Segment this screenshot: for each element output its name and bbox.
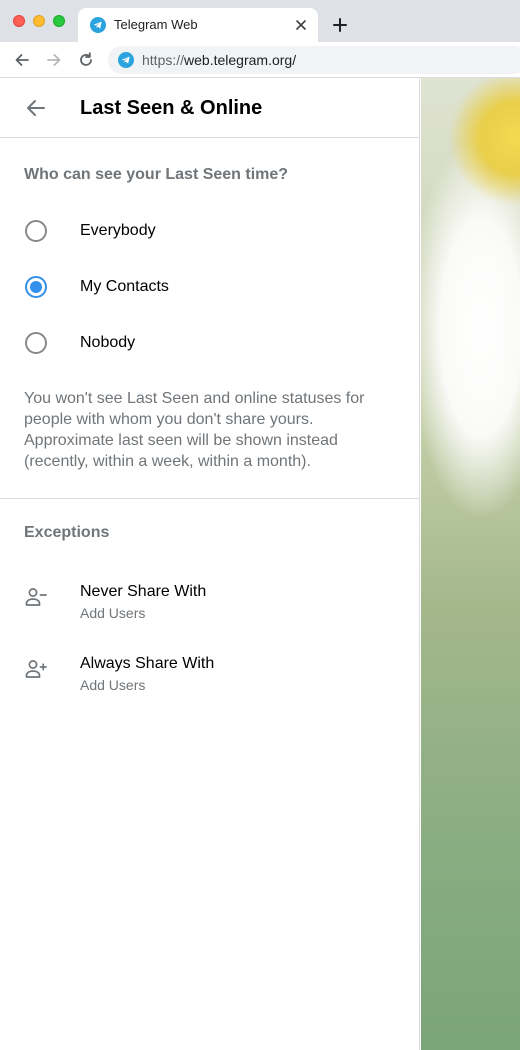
option-label: My Contacts bbox=[80, 278, 169, 295]
tab-close-icon[interactable] bbox=[294, 18, 308, 32]
window-close-button[interactable] bbox=[13, 15, 25, 27]
exception-subtitle: Add Users bbox=[80, 605, 146, 621]
browser-toolbar: https://web.telegram.org/ bbox=[0, 42, 520, 78]
option-everybody[interactable]: Everybody bbox=[0, 203, 420, 259]
address-url: https://web.telegram.org/ bbox=[142, 52, 296, 68]
chat-wallpaper bbox=[421, 78, 520, 1050]
settings-panel: Last Seen & Online Who can see your Last… bbox=[0, 78, 420, 1050]
url-scheme: https:// bbox=[142, 52, 185, 68]
window-minimize-button[interactable] bbox=[33, 15, 45, 27]
address-bar[interactable]: https://web.telegram.org/ bbox=[108, 46, 520, 74]
panel-header: Last Seen & Online bbox=[0, 78, 420, 138]
radio-my-contacts[interactable] bbox=[25, 276, 47, 298]
url-host: web.telegram.org/ bbox=[184, 52, 297, 68]
browser-forward-icon[interactable] bbox=[45, 51, 63, 69]
browser-reload-icon[interactable] bbox=[77, 51, 95, 69]
browser-tab[interactable]: Telegram Web bbox=[78, 8, 318, 42]
option-nobody[interactable]: Nobody bbox=[0, 315, 420, 371]
new-tab-icon[interactable] bbox=[332, 17, 348, 33]
exceptions-section-title: Exceptions bbox=[24, 524, 110, 541]
window-maximize-button[interactable] bbox=[53, 15, 65, 27]
radio-nobody[interactable] bbox=[25, 332, 47, 354]
telegram-site-icon bbox=[118, 52, 134, 68]
exception-subtitle: Add Users bbox=[80, 677, 146, 693]
visibility-section-title: Who can see your Last Seen time? bbox=[24, 166, 289, 183]
page-title: Last Seen & Online bbox=[80, 97, 263, 119]
browser-back-icon[interactable] bbox=[13, 51, 31, 69]
exception-title: Always Share With bbox=[80, 655, 215, 672]
option-my-contacts[interactable]: My Contacts bbox=[0, 259, 420, 315]
add-user-icon bbox=[25, 660, 47, 678]
radio-everybody[interactable] bbox=[25, 220, 47, 242]
tab-title: Telegram Web bbox=[114, 17, 198, 32]
never-share-with-item[interactable]: Never Share With Add Users bbox=[0, 577, 420, 641]
browser-tab-bar: Telegram Web bbox=[0, 0, 520, 42]
exception-title: Never Share With bbox=[80, 583, 207, 600]
option-label: Everybody bbox=[80, 222, 156, 239]
telegram-favicon-icon bbox=[90, 17, 106, 33]
option-label: Nobody bbox=[80, 334, 136, 351]
remove-user-icon bbox=[25, 588, 47, 606]
back-arrow-icon[interactable] bbox=[24, 96, 48, 120]
always-share-with-item[interactable]: Always Share With Add Users bbox=[0, 649, 420, 713]
visibility-note: You won't see Last Seen and online statu… bbox=[24, 390, 365, 470]
section-divider bbox=[0, 498, 420, 499]
